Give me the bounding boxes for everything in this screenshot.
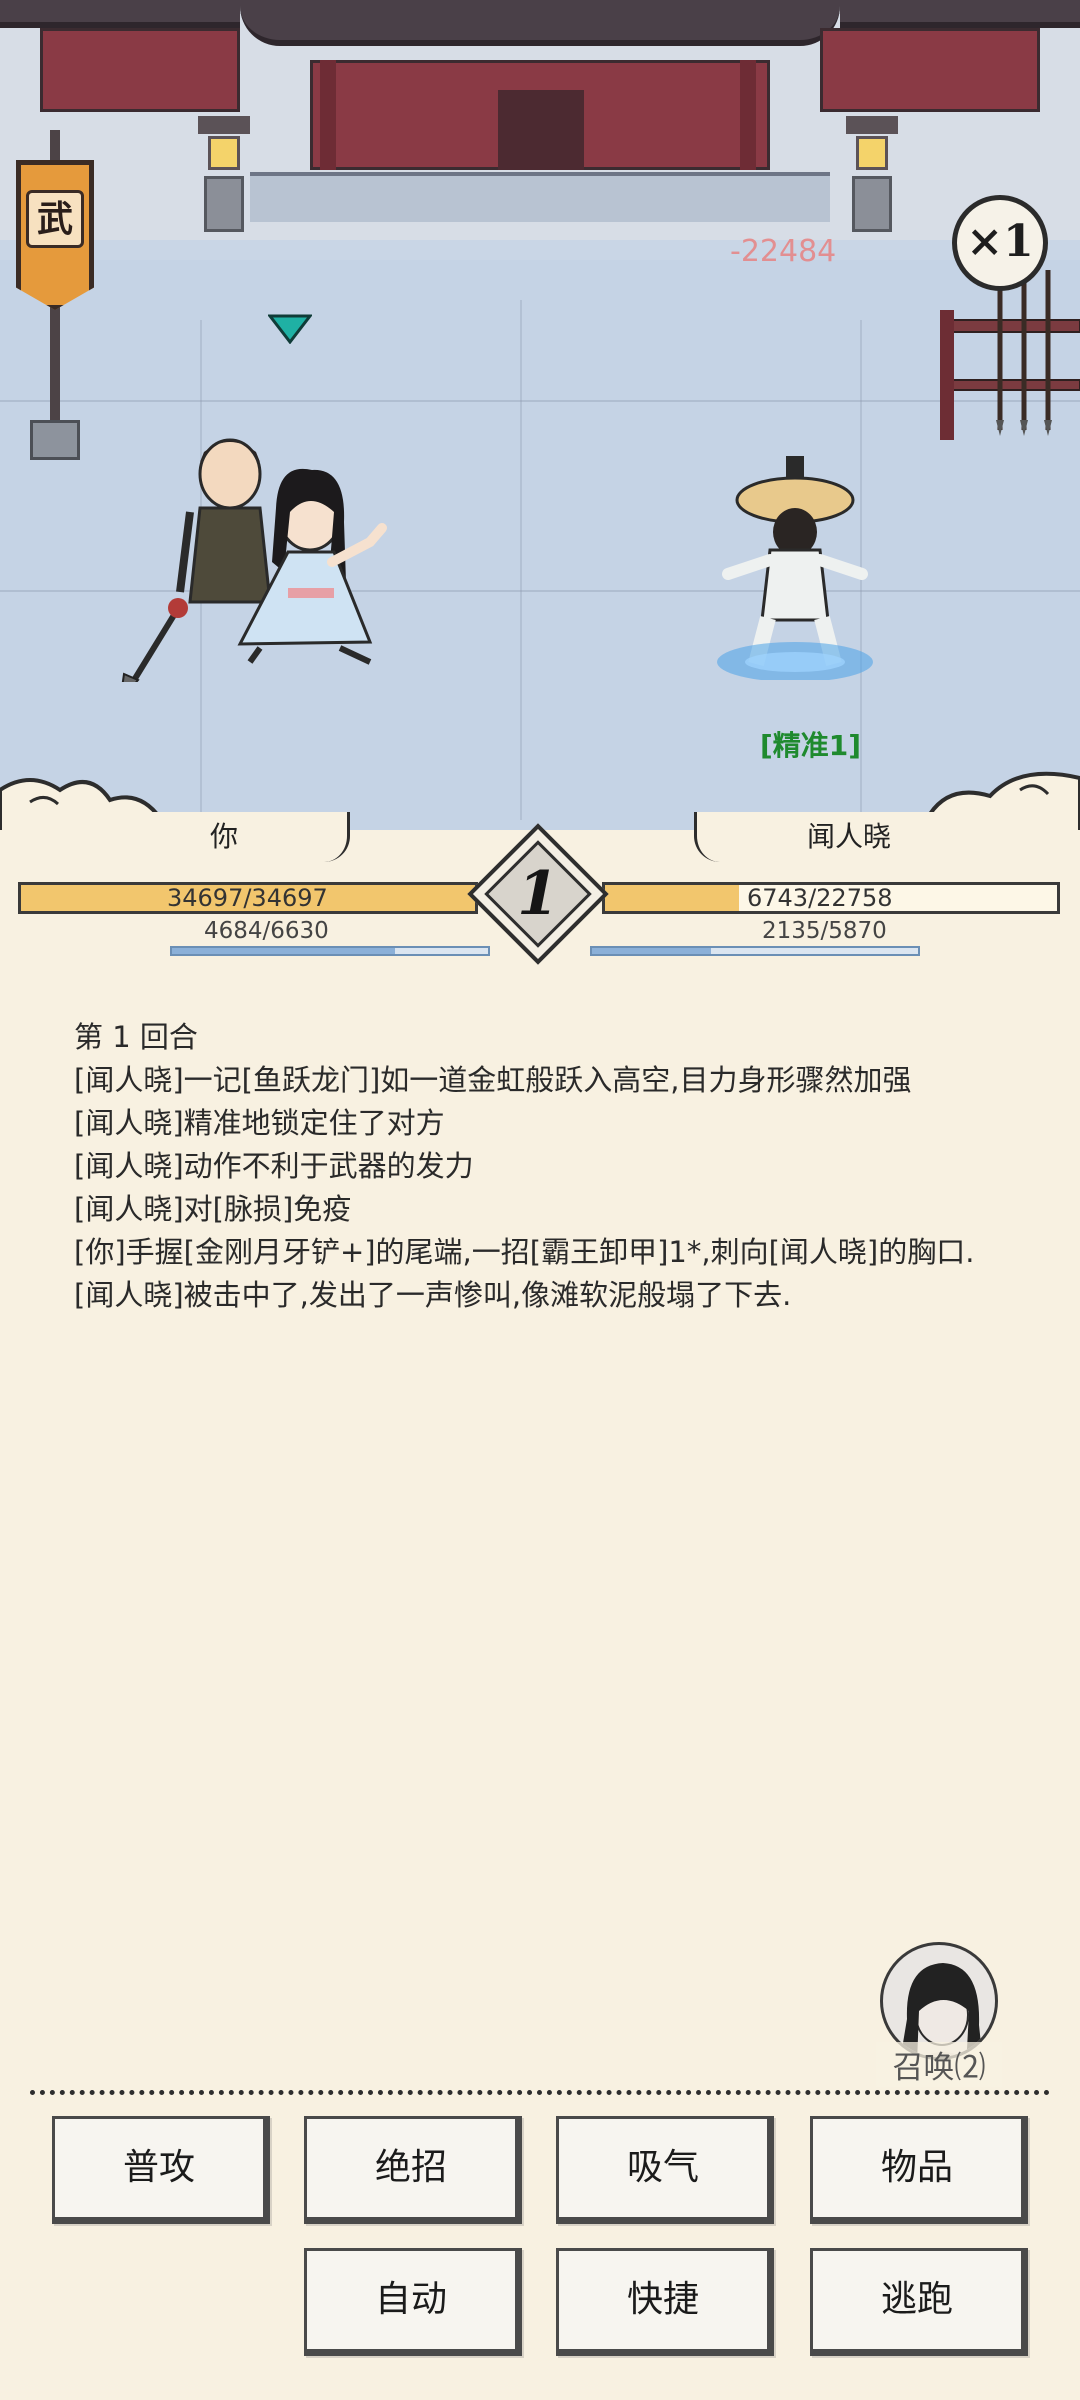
attack-button[interactable]: 普攻 xyxy=(52,2116,270,2224)
items-button[interactable]: 物品 xyxy=(810,2116,1028,2224)
ultimate-button[interactable]: 绝招 xyxy=(304,2116,522,2224)
enemy-hp-text: 6743/22758 xyxy=(747,884,893,912)
summon-button[interactable]: 召唤⑵ xyxy=(876,1942,1002,2092)
log-line: [闻人晓]被击中了,发出了一声惨叫,像滩软泥般塌了下去. xyxy=(74,1278,792,1312)
banner-glyph: 武 xyxy=(26,190,84,248)
player-mp-bar xyxy=(170,946,490,956)
player-name: 你 xyxy=(210,820,239,853)
enemy-mp-fill xyxy=(592,948,711,954)
enemy-character-sprite xyxy=(700,450,890,682)
player-name-plate: 你 xyxy=(100,812,350,862)
flee-button[interactable]: 逃跑 xyxy=(810,2248,1028,2356)
quick-button[interactable]: 快捷 xyxy=(556,2248,774,2356)
auto-button[interactable]: 自动 xyxy=(304,2248,522,2356)
battle-log: 第 1 回合 [闻人晓]一记[鱼跃龙门]如一道金虹般跃入高空,目力身形骤然加强 … xyxy=(74,1016,1014,1317)
log-line: 第 1 回合 xyxy=(74,1020,198,1054)
enemy-mp-text: 2135/5870 xyxy=(762,918,887,944)
log-line: [闻人晓]一记[鱼跃龙门]如一道金虹般跃入高空,目力身形骤然加强 xyxy=(74,1063,912,1097)
enemy-status-tag: [精准1] xyxy=(760,729,862,762)
enemy-name-plate: 闻人晓 xyxy=(694,812,1014,862)
enemy-hp-bar: 6743/22758 xyxy=(602,882,1060,914)
martial-banner: 武 xyxy=(0,130,110,460)
weapon-rack xyxy=(939,270,1080,440)
temple-background xyxy=(0,0,1080,240)
summon-label: 召唤⑵ xyxy=(876,2042,1002,2087)
enemy-mp-bar xyxy=(590,946,920,956)
player-hp-bar: 34697/34697 xyxy=(18,882,478,914)
log-line: [闻人晓]对[脉损]免疫 xyxy=(74,1192,352,1226)
target-marker-icon xyxy=(266,314,314,345)
breathe-button[interactable]: 吸气 xyxy=(556,2116,774,2224)
enemy-name: 闻人晓 xyxy=(807,820,892,853)
speed-toggle-button[interactable]: ×1 xyxy=(952,195,1048,291)
lantern-right xyxy=(846,116,898,236)
log-line: [闻人晓]动作不利于武器的发力 xyxy=(74,1149,474,1183)
dotted-divider xyxy=(30,2090,1050,2096)
battle-scene: 武 -22484 ×1 [精准1] xyxy=(0,0,1080,830)
player-mp-fill xyxy=(172,948,396,954)
player-mp-text: 4684/6630 xyxy=(204,918,329,944)
player-character-sprite xyxy=(118,412,410,706)
damage-popup: -22484 xyxy=(730,234,837,269)
round-counter: 1 xyxy=(467,823,609,965)
round-number: 1 xyxy=(517,859,559,929)
player-hp-text: 34697/34697 xyxy=(167,884,328,912)
log-line: [闻人晓]精准地锁定住了对方 xyxy=(74,1106,445,1140)
log-line: [你]手握[金刚月牙铲+]的尾端,一招[霸王卸甲]1*,刺向[闻人晓]的胸口. xyxy=(74,1235,975,1269)
lantern-left xyxy=(198,116,250,236)
